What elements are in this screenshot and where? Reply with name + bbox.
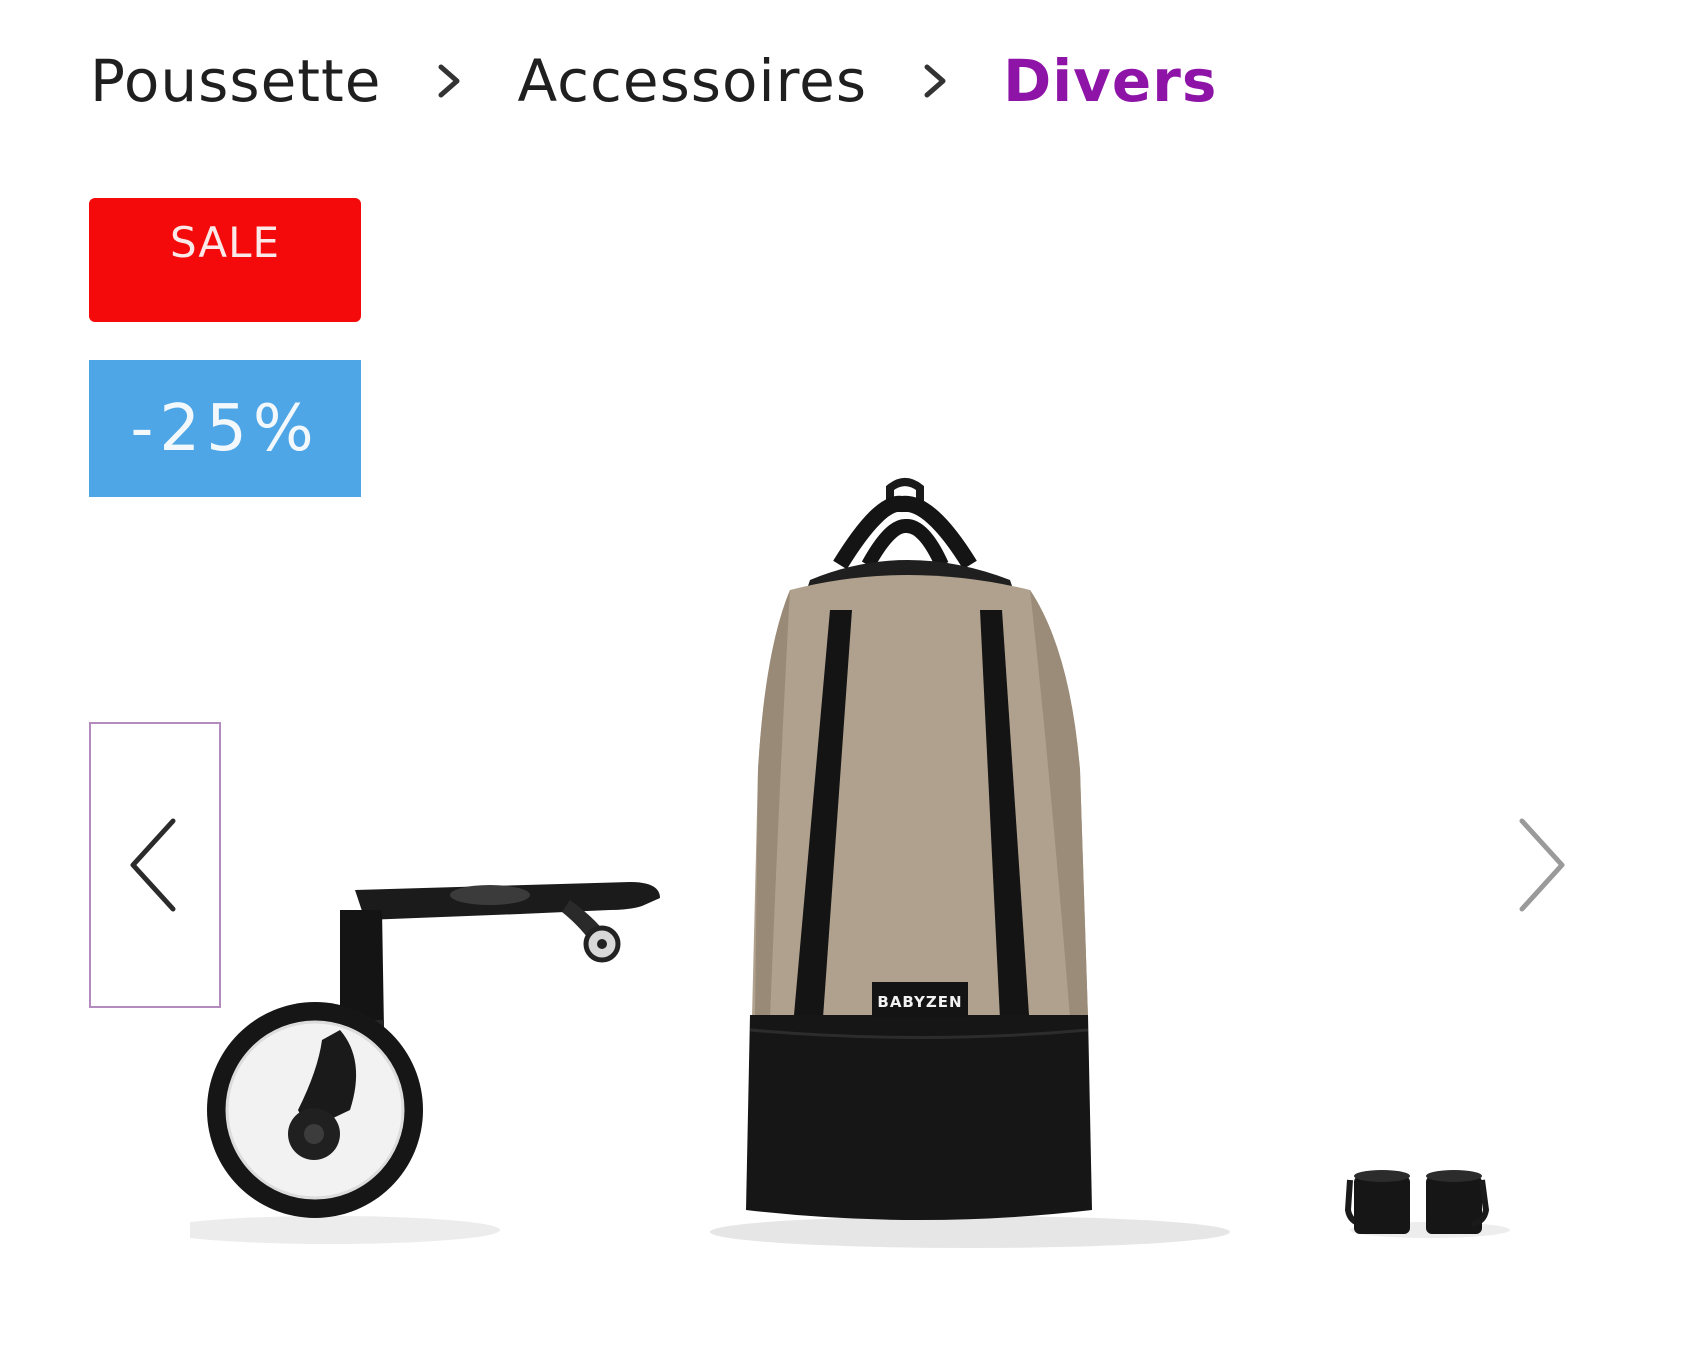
carousel-next-button[interactable] [1500, 800, 1580, 930]
sale-badge-label: SALE [169, 217, 281, 267]
breadcrumb-item-accessoires[interactable]: Accessoires [517, 47, 867, 115]
breadcrumb-item-poussette[interactable]: Poussette [90, 47, 381, 115]
chevron-left-icon [130, 818, 176, 912]
chevron-right-icon [381, 38, 517, 124]
chevron-right-icon [867, 38, 1003, 124]
carousel-prev-button[interactable] [89, 722, 221, 1008]
wheel-accessory-illustration [207, 882, 660, 1218]
bag-illustration: BABYZEN [746, 478, 1092, 1220]
product-image: BABYZEN [190, 470, 1530, 1270]
breadcrumb-item-divers: Divers [1003, 47, 1218, 115]
chevron-right-icon [1519, 818, 1565, 912]
discount-badge-label: -25% [130, 391, 320, 466]
brand-logo: BABYZEN [877, 993, 962, 1011]
breadcrumb: Poussette Accessoires Divers [90, 38, 1217, 124]
product-page: Poussette Accessoires Divers SALE -25% B… [0, 0, 1688, 1350]
sale-badge: SALE [89, 198, 361, 322]
